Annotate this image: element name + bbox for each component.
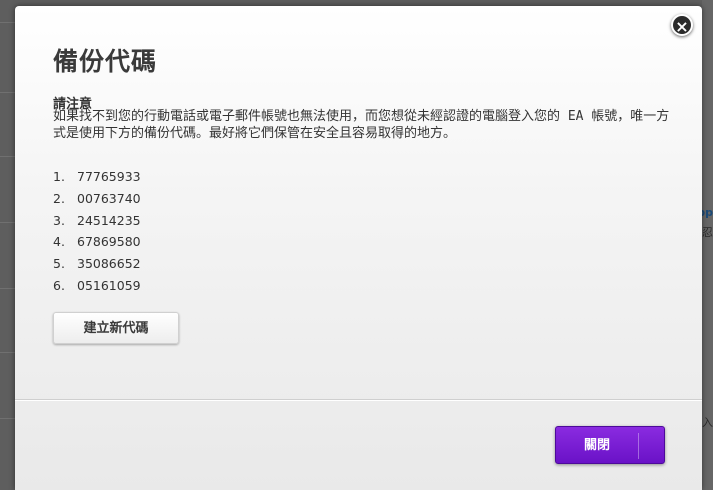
backup-code-item: 4. 67869580 (53, 231, 141, 253)
backup-codes-dialog: 備份代碼 請注意 如果找不到您的行動電話或電子郵件帳號也無法使用，而您想從未經認… (15, 6, 702, 490)
backup-code-item: 6. 05161059 (53, 275, 141, 297)
notice-body: 如果找不到您的行動電話或電子郵件帳號也無法使用，而您想從未經認證的電腦登入您的 … (53, 109, 670, 141)
background-divider (0, 222, 16, 223)
close-icon[interactable]: × (671, 14, 693, 36)
background-text-fragment: 忍 (702, 226, 713, 239)
button-separator (638, 433, 639, 459)
background-divider (0, 352, 16, 353)
code-number: 5. (53, 256, 65, 272)
backup-code: 77765933 (77, 169, 141, 184)
code-number: 4. (53, 234, 65, 250)
backup-code: 00763740 (77, 190, 141, 206)
dialog-title: 備份代碼 (53, 47, 158, 76)
code-number: 3. (53, 212, 65, 228)
background-text-fragment: 入 (702, 416, 713, 429)
background-divider (0, 22, 16, 23)
backup-code-list: 1. 77765933 2. 00763740 3. 24514235 4. 67869… (53, 166, 141, 297)
backup-code: 05161059 (77, 277, 141, 293)
backup-code-item: 1. 77765933 (53, 166, 141, 188)
background-divider (0, 418, 16, 419)
backup-code-item: 5. 35086652 (53, 253, 141, 275)
background-divider (0, 156, 16, 157)
create-new-codes-button[interactable]: 建立新代碼 (53, 312, 179, 344)
background-divider (0, 92, 16, 93)
footer-divider (15, 399, 702, 400)
backup-code: 67869580 (77, 234, 141, 250)
backup-code-item: 2. 00763740 (53, 188, 141, 210)
close-dialog-button-label: 關閉 (583, 438, 610, 453)
backup-code-item: 3. 24514235 (53, 210, 141, 232)
code-number: 2. (53, 190, 65, 206)
backup-code: 24514235 (77, 212, 141, 228)
code-number: 1. (53, 169, 65, 184)
background-divider (0, 288, 16, 289)
backup-code: 35086652 (77, 256, 141, 272)
close-dialog-button[interactable]: 關閉 (555, 426, 665, 464)
code-number: 6. (53, 277, 65, 293)
